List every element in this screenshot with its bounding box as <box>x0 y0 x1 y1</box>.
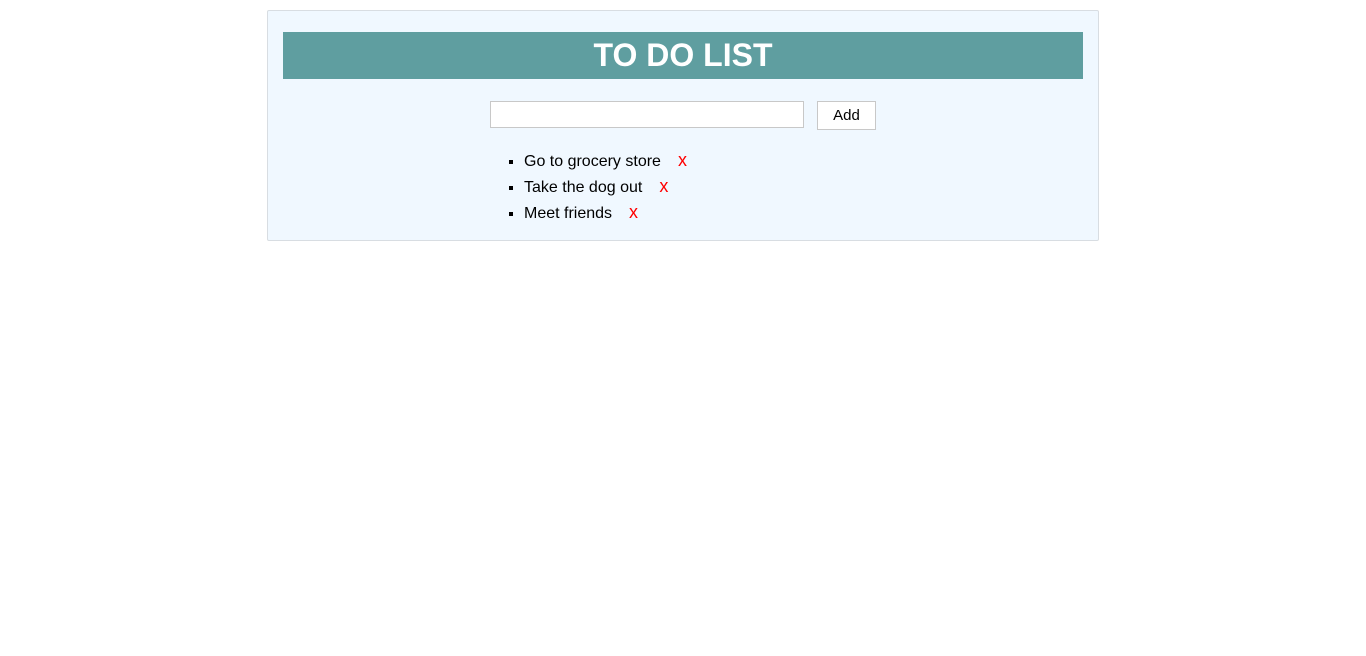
delete-button[interactable]: x <box>659 176 668 196</box>
add-button[interactable]: Add <box>817 101 876 130</box>
todo-text: Go to grocery store <box>524 153 661 170</box>
page-title: TO DO LIST <box>283 32 1083 79</box>
todo-card: TO DO LIST Add Go to grocery store x Take… <box>267 10 1099 241</box>
todo-text: Take the dog out <box>524 179 643 196</box>
delete-button[interactable]: x <box>678 150 687 170</box>
list-item: Meet friends x <box>524 199 687 225</box>
delete-button[interactable]: x <box>629 202 638 222</box>
todo-text: Meet friends <box>524 205 613 222</box>
list-item: Take the dog out x <box>524 173 687 199</box>
list-item: Go to grocery store x <box>524 147 687 173</box>
todo-input[interactable] <box>490 101 804 128</box>
todo-list: Go to grocery store x Take the dog out x M… <box>506 147 687 225</box>
